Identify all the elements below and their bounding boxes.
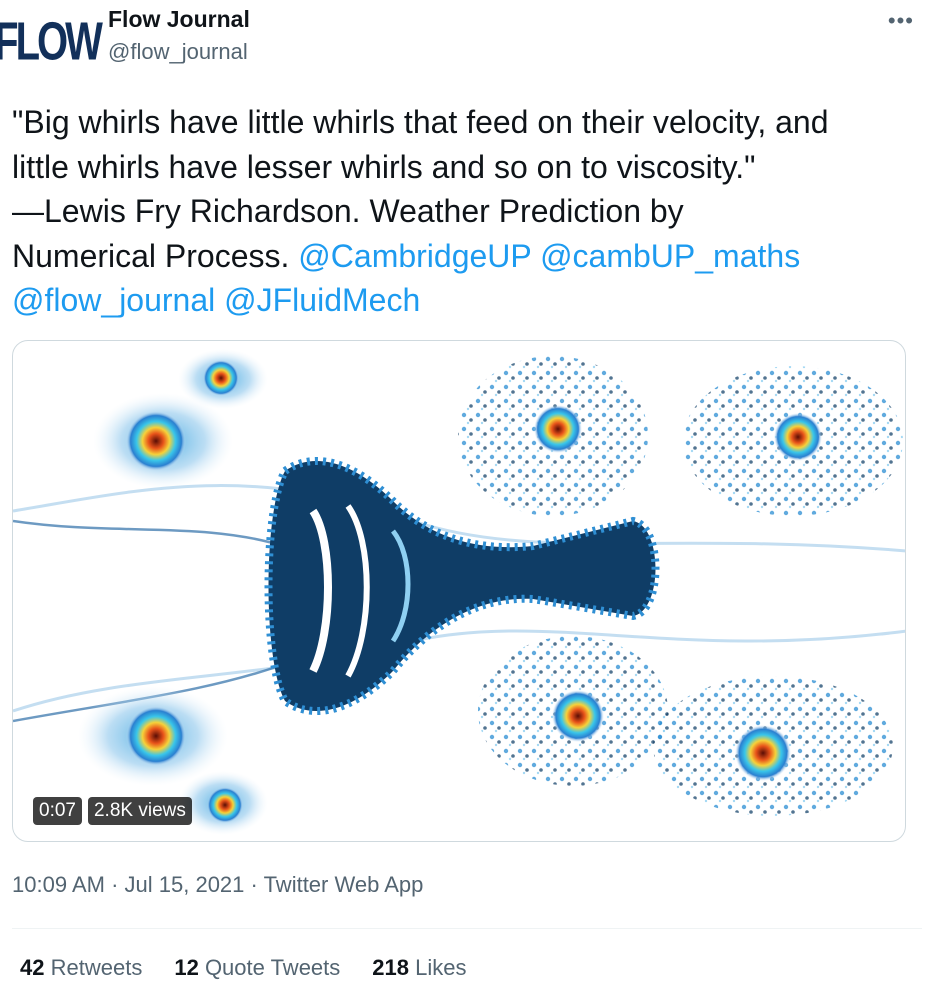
mention-link[interactable]: @CambridgeUP bbox=[298, 238, 531, 274]
tweet-text-line: —Lewis Fry Richardson. Weather Predictio… bbox=[12, 193, 684, 229]
likes-stat[interactable]: 218 Likes bbox=[372, 955, 466, 981]
meta-separator: · bbox=[111, 872, 125, 897]
stat-label: Likes bbox=[415, 955, 467, 980]
stat-count: 42 bbox=[20, 955, 45, 980]
author-name[interactable]: Flow Journal bbox=[108, 6, 250, 32]
avatar[interactable]: FLOW bbox=[0, 10, 103, 74]
tweet-source[interactable]: Twitter Web App bbox=[264, 872, 424, 897]
mention-link[interactable]: @flow_journal bbox=[12, 282, 215, 318]
video-player[interactable]: 0:07 2.8K views bbox=[12, 340, 906, 842]
tweet-text-fragment: Numerical Process. bbox=[12, 237, 290, 274]
tweet-metadata: 10:09 AM · Jul 15, 2021 · Twitter Web Ap… bbox=[12, 872, 423, 898]
author-handle[interactable]: @flow_journal bbox=[108, 32, 250, 72]
stat-label: Retweets bbox=[50, 955, 143, 980]
more-options-icon[interactable]: ••• bbox=[888, 8, 914, 34]
avatar-logo-text: FLOW bbox=[0, 11, 103, 72]
tweet-text-line: "Big whirls have little whirls that feed… bbox=[12, 104, 829, 140]
video-timestamp: 0:07 bbox=[33, 797, 82, 825]
tweet-text: "Big whirls have little whirls that feed… bbox=[12, 100, 917, 323]
vortex-simulation-frame bbox=[13, 349, 905, 835]
video-badges: 0:07 2.8K views bbox=[33, 797, 192, 825]
tweet-text-line: @flow_journal @JFluidMech bbox=[12, 278, 917, 323]
tweet-text-line: Numerical Process. @CambridgeUP @cambUP_… bbox=[12, 234, 917, 279]
quote-tweets-stat[interactable]: 12 Quote Tweets bbox=[174, 955, 340, 981]
divider bbox=[12, 928, 922, 929]
meta-separator: · bbox=[250, 872, 264, 897]
author-block[interactable]: Flow Journal @flow_journal bbox=[108, 6, 250, 72]
retweets-stat[interactable]: 42 Retweets bbox=[20, 955, 142, 981]
engagement-stats: 42 Retweets 12 Quote Tweets 218 Likes bbox=[20, 955, 466, 981]
video-view-count: 2.8K views bbox=[87, 797, 192, 825]
tweet-header: FLOW Flow Journal @flow_journal ••• bbox=[0, 6, 922, 76]
stat-label: Quote Tweets bbox=[204, 955, 341, 980]
stat-count: 218 bbox=[372, 955, 409, 980]
tweet-time[interactable]: 10:09 AM bbox=[12, 872, 105, 897]
mention-link[interactable]: @cambUP_maths bbox=[540, 238, 800, 274]
tweet-text-line: little whirls have lesser whirls and so … bbox=[12, 148, 756, 185]
tweet-date[interactable]: Jul 15, 2021 bbox=[125, 872, 245, 897]
stat-count: 12 bbox=[174, 955, 199, 980]
mention-link[interactable]: @JFluidMech bbox=[224, 282, 420, 318]
